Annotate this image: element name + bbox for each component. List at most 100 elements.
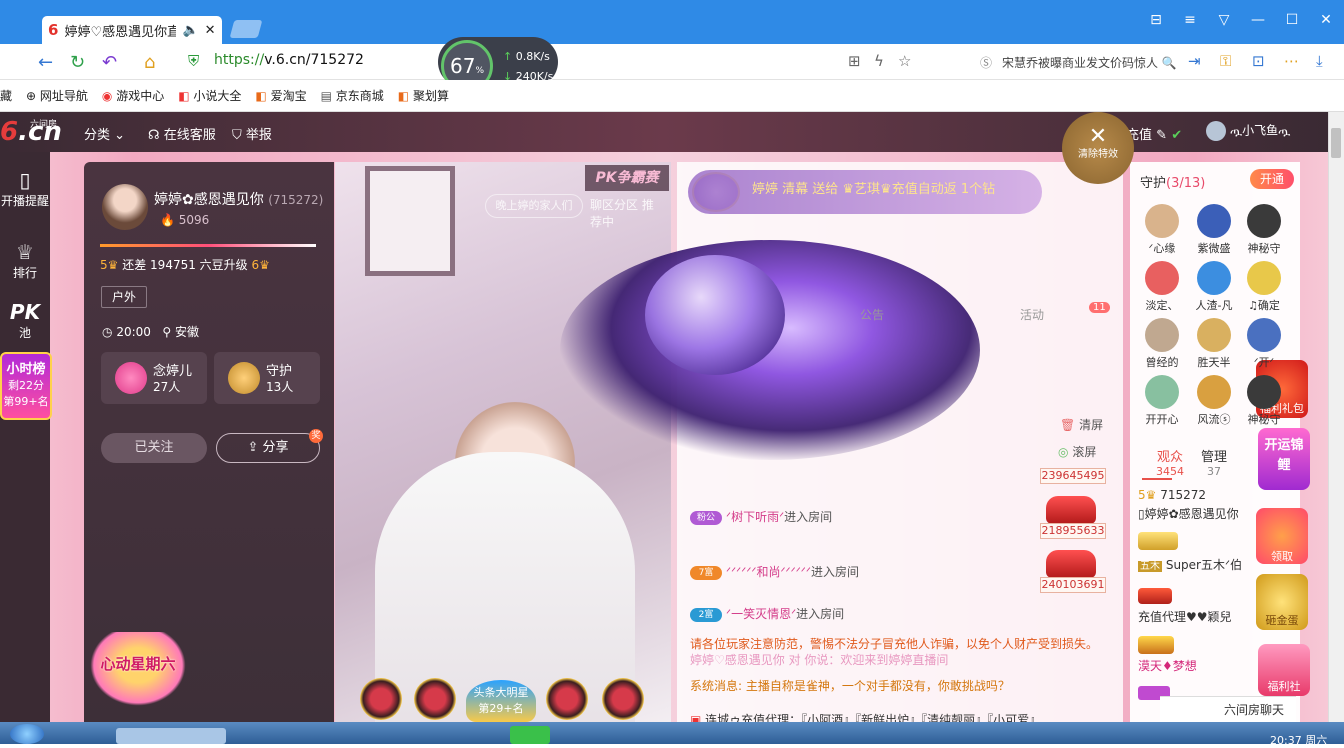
guard-member[interactable]: 神秘守 [1238,204,1290,256]
tab-activity[interactable]: 活动 [1020,306,1044,323]
start-button[interactable] [10,724,44,744]
clear-screen-button[interactable]: 🗑 清屏 [1060,416,1103,433]
refresh-icon[interactable]: ↻ [70,52,85,73]
hourly-rank-badge[interactable]: 小时榜 剩22分 第99+名 [0,352,52,420]
site-logo[interactable]: 6.cn 六间房 [0,117,62,147]
tab-manage[interactable]: 管理 37 [1192,446,1236,478]
guard-member[interactable]: ♫确定 [1238,261,1290,313]
scroll-screen-button[interactable]: ◎ 滚屏 [1058,443,1096,460]
speaker-icon[interactable]: 🔈 [182,23,198,38]
receive-button[interactable]: 领取 [1256,508,1308,564]
guard-member[interactable]: 胜天半 [1188,318,1240,370]
taskbar-app[interactable] [510,726,550,744]
guard-name: 风流ⓢ [1197,413,1231,426]
more-icon[interactable]: ⋯ [1284,52,1299,70]
guard-member[interactable]: 开开心 [1136,375,1188,427]
search-icon[interactable]: 🔍 [1162,56,1177,70]
minimize-icon[interactable]: — [1248,12,1268,28]
live-video[interactable] [335,162,671,722]
maximize-icon[interactable]: ☐ [1282,12,1302,28]
audience-item[interactable]: 5♛ 715272 [1138,488,1206,502]
qr-icon[interactable]: ⊞ [848,52,861,70]
guard-member[interactable]: 紫微盛 [1188,204,1240,256]
sidebar-item-live-remind[interactable]: ▯ 开播提醒 [0,168,50,209]
vertical-scrollbar[interactable] [1328,112,1344,722]
tab-close-icon[interactable]: ✕ [205,23,216,38]
home-icon[interactable]: ⌂ [144,52,155,73]
gift-icon[interactable] [360,678,402,720]
guard-box-button[interactable]: 守护 13人 [214,352,320,404]
hamburger-menu-icon[interactable]: ≡ [1180,12,1200,28]
gift-icon[interactable] [602,678,644,720]
audience-item[interactable]: 漠天♦梦想 [1138,657,1197,674]
clear-effects-button[interactable]: ✕ 清除特效 [1062,112,1134,184]
audience-item[interactable]: 五木 Super五木ᐟ伯 [1138,556,1242,573]
back-icon[interactable]: ← [38,52,53,73]
sidebar-item-pk[interactable]: PK 池 [0,300,50,341]
bookmark-item[interactable]: ⊕ 网址导航 [26,87,88,104]
guard-member[interactable]: 淡定、 [1136,261,1188,313]
chat-user-name[interactable]: ᐟᐟᐟᐟᐟᐟ和尚ᐟᐟᐟᐟᐟᐟ [726,565,811,579]
fans-group-button[interactable]: 念婷儿 27人 [101,352,207,404]
audience-item[interactable]: 充值代理♥♥颖兒 [1138,608,1232,625]
luck-koi-button[interactable]: 开运锦鲤 [1258,428,1310,490]
guard-member[interactable]: 神秘守 [1238,375,1290,427]
gold-egg-button[interactable]: 砸金蛋 [1256,574,1308,630]
translate-icon[interactable]: ⊡ [1252,52,1265,70]
bookmark-item[interactable]: ◧ 聚划算 [398,87,449,104]
url-field[interactable]: https://v.6.cn/715272 [214,52,364,68]
nav-category[interactable]: 分类 ⌄ [84,124,125,143]
download-icon[interactable]: ⤓ [1316,52,1323,70]
search-field[interactable]: Ⓢ 宋慧乔被曝商业发文价码惊人 🔍 [980,54,1177,71]
bookmark-item[interactable]: ◧ 小说大全 [178,87,241,104]
window-close-icon[interactable]: ✕ [1316,12,1336,28]
guard-member[interactable]: 曾经的 [1136,318,1188,370]
guard-member[interactable]: ᐟ开ᐟ [1238,318,1290,370]
audience-item[interactable]: ▯婷婷✿感恩遇见你 [1138,505,1239,522]
window-menu-icon[interactable]: ⊟ [1146,12,1166,28]
host-tag[interactable]: 户外 [101,286,147,308]
undo-icon[interactable]: ↶ [102,52,117,73]
guard-member[interactable]: 风流ⓢ [1188,375,1240,427]
key-icon[interactable]: ⚿ [1220,52,1231,70]
share-button[interactable]: ⇪ 分享 [216,433,320,463]
welfare-society-button[interactable]: 福利社 [1258,644,1310,696]
tab-notice[interactable]: 公告 [860,306,884,323]
browser-tab-bar: 6 婷婷♡感恩遇见你直播 🔈 ✕ ⊟ ≡ ▽ — ☐ ✕ [0,0,1344,44]
chatroom-button[interactable]: 六间房聊天 [1160,696,1296,722]
recharge-link[interactable]: 充值 ✎ ✔ [1126,124,1182,143]
taskbar-app[interactable] [116,728,226,744]
host-avatar[interactable] [102,184,148,230]
bookmark-item[interactable]: 藏 [0,87,12,104]
new-tab-button[interactable] [229,20,263,38]
gift-icon[interactable] [546,678,588,720]
chat-user-name[interactable]: ᐟ一笑灭情恩ᐟ [726,607,796,621]
pk-battle-badge[interactable]: PK争霸赛 [585,165,669,191]
scrollbar-thumb[interactable] [1331,128,1341,158]
bookmark-item[interactable]: ◧ 爱淘宝 [255,87,306,104]
user-info[interactable]: ጧ小飞鱼ጧ [1206,121,1290,141]
nav-report[interactable]: ⛉ 举报 [232,124,272,143]
sidebar-item-rank[interactable]: ♕ 排行 [0,240,50,281]
tab-audience[interactable]: 观众 3454 [1140,446,1200,478]
follow-button[interactable]: 已关注 [101,433,207,463]
lightning-icon[interactable]: ϟ [874,52,884,70]
guard-name: 开开心 [1145,413,1179,426]
edit-icon[interactable]: ✎ [1156,128,1167,143]
gift-banner: 婷婷 清幕 送给 ♛艺琪♛充值自动返 1个钻 [688,170,1042,214]
guard-member[interactable]: ᐟ心缘 [1136,204,1188,256]
open-guard-button[interactable]: 开通 [1250,169,1294,189]
check-icon[interactable]: ✔ [1171,128,1182,143]
login-icon[interactable]: ⇥ [1188,52,1201,70]
event-banner[interactable]: 心动星期六 [90,632,186,706]
guard-member[interactable]: 人渣-凡 [1188,261,1240,313]
bookmark-item[interactable]: ▤ 京东商城 [321,87,384,104]
headline-star-badge[interactable]: 头条大明星 第29+名 [466,680,536,722]
nav-service[interactable]: ☊ 在线客服 [148,124,216,143]
chat-user-name[interactable]: ᐟ树下听雨ᐟ [726,510,784,524]
browser-tab[interactable]: 6 婷婷♡感恩遇见你直播 🔈 ✕ [42,16,222,44]
star-icon[interactable]: ☆ [898,52,911,70]
gift-icon[interactable] [414,678,456,720]
bookmark-item[interactable]: ◉ 游戏中心 [102,87,164,104]
skin-icon[interactable]: ▽ [1214,12,1234,28]
